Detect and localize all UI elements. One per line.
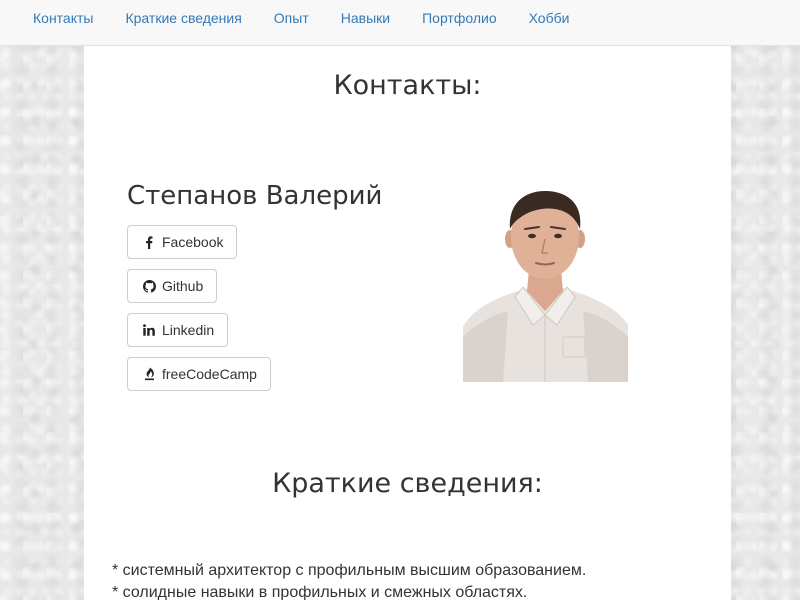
summary-section-title: Краткие сведения: <box>272 468 543 499</box>
github-button-label: Github <box>162 278 204 294</box>
summary-line: * системный архитектор с профильным высш… <box>112 562 587 579</box>
top-navbar: Контакты Краткие сведения Опыт Навыки По… <box>0 0 800 46</box>
free-code-camp-button[interactable]: freeCodeCamp <box>127 357 271 391</box>
github-icon <box>142 279 156 293</box>
facebook-button-label: Facebook <box>162 234 224 250</box>
nav-item-experience[interactable]: Опыт <box>258 10 325 26</box>
nav-item-hobbies[interactable]: Хобби <box>513 10 586 26</box>
summary-list: * системный архитектор с профильным высш… <box>112 560 586 600</box>
contacts-section-title: Контакты: <box>333 70 482 101</box>
nav-item-portfolio[interactable]: Портфолио <box>406 10 513 26</box>
main-content: Контакты: Степанов Валерий Facebook Gith… <box>84 46 731 600</box>
facebook-button[interactable]: Facebook <box>127 225 238 259</box>
linkedin-button-label: Linkedin <box>162 322 215 338</box>
nav-item-summary[interactable]: Краткие сведения <box>109 10 257 26</box>
profile-photo <box>463 187 628 382</box>
free-code-camp-icon <box>142 367 156 381</box>
free-code-camp-button-label: freeCodeCamp <box>162 366 257 382</box>
linkedin-icon <box>142 323 156 337</box>
summary-line: * солидные навыки в профильных и смежных… <box>112 584 528 600</box>
facebook-icon <box>142 235 156 249</box>
linkedin-button[interactable]: Linkedin <box>127 313 229 347</box>
person-name: Степанов Валерий <box>127 181 383 211</box>
nav-item-skills[interactable]: Навыки <box>325 10 406 26</box>
github-button[interactable]: Github <box>127 269 218 303</box>
nav-menu: Контакты Краткие сведения Опыт Навыки По… <box>0 0 800 36</box>
nav-item-contacts[interactable]: Контакты <box>17 10 109 26</box>
